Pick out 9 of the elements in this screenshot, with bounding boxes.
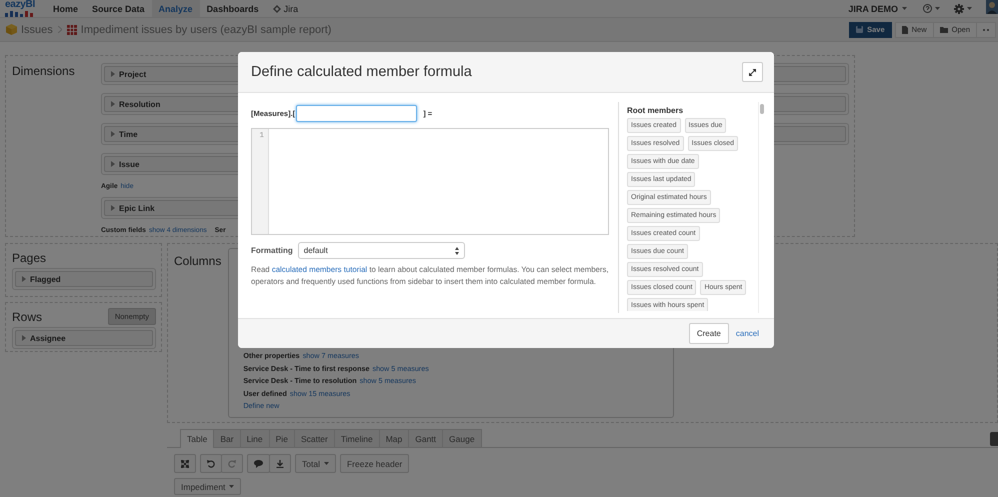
panel-title: Dimensions bbox=[11, 63, 76, 80]
sidebar-title: Root members bbox=[627, 106, 684, 115]
logo-text: eazyBI bbox=[5, 0, 35, 10]
panel-title: Columns bbox=[174, 254, 222, 270]
report-title: Impediment issues by users (eazyBI sample report) bbox=[80, 24, 332, 36]
dialog-title: Define calculated member formula bbox=[251, 64, 472, 80]
panel-title: Rows bbox=[12, 310, 42, 324]
field-label: Formatting bbox=[251, 246, 293, 255]
panel-title: Pages bbox=[12, 250, 46, 264]
